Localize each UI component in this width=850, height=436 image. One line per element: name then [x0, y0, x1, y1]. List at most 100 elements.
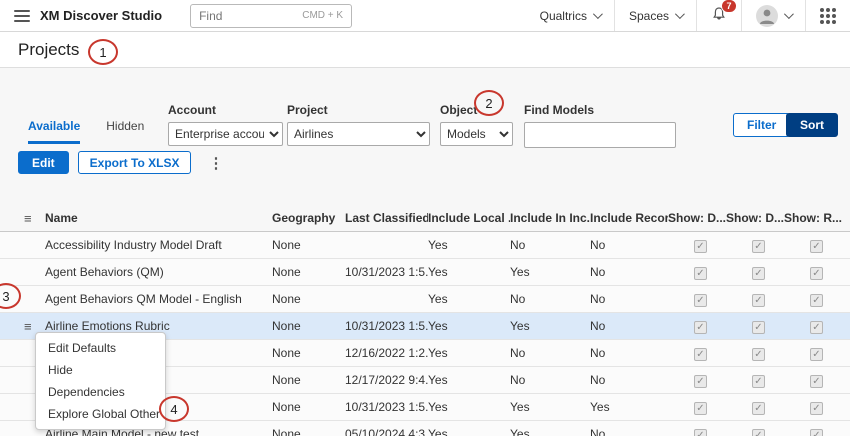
cell-show: ✓: [668, 427, 726, 436]
column-header[interactable]: Show: D...: [726, 211, 784, 225]
cell-geography: None: [272, 238, 345, 252]
cell-show: ✓: [784, 292, 850, 307]
cell-name: Accessibility Industry Model Draft: [45, 238, 272, 252]
show-checkbox: ✓: [694, 348, 707, 361]
project-label: Project: [287, 103, 430, 117]
cell-show: ✓: [726, 346, 784, 361]
search-input[interactable]: [199, 9, 302, 23]
account-menu[interactable]: [741, 0, 805, 31]
search-shortcut-hint: CMD + K: [302, 10, 343, 21]
cell-include-recor: No: [590, 238, 668, 252]
cell-geography: None: [272, 265, 345, 279]
cell-include-in: No: [510, 346, 590, 360]
export-xlsx-button[interactable]: Export To XLSX: [78, 151, 192, 174]
column-header[interactable]: Include Recor...: [590, 211, 668, 225]
table-row[interactable]: Agent Behaviors (QM)None10/31/2023 1:5..…: [0, 259, 850, 286]
context-menu-item[interactable]: Explore Global Other: [36, 403, 165, 425]
cell-show: ✓: [668, 238, 726, 253]
cell-show: ✓: [726, 319, 784, 334]
cell-show: ✓: [726, 373, 784, 388]
cell-include-local: Yes: [428, 265, 510, 279]
global-search[interactable]: CMD + K: [190, 4, 352, 28]
column-header[interactable]: Show: D...: [668, 211, 726, 225]
app-launcher-button[interactable]: [805, 0, 850, 31]
cell-show: ✓: [784, 427, 850, 436]
column-header[interactable]: Name: [45, 211, 272, 225]
cell-include-recor: No: [590, 427, 668, 436]
column-header[interactable]: Include In Inc...: [510, 211, 590, 225]
chevron-down-icon: [593, 9, 603, 19]
spaces-menu[interactable]: Spaces: [614, 0, 696, 31]
tab-available[interactable]: Available: [28, 119, 80, 144]
cell-show: ✓: [668, 346, 726, 361]
show-checkbox: ✓: [810, 321, 823, 334]
show-checkbox: ✓: [694, 402, 707, 415]
show-checkbox: ✓: [810, 402, 823, 415]
cell-include-in: Yes: [510, 427, 590, 436]
cell-show: ✓: [668, 400, 726, 415]
cell-geography: None: [272, 319, 345, 333]
cell-show: ✓: [784, 400, 850, 415]
tab-hidden[interactable]: Hidden: [106, 119, 144, 144]
project-select[interactable]: Airlines: [287, 122, 430, 146]
cell-last-classified: 05/10/2024 4:3...: [345, 427, 428, 436]
notifications-button[interactable]: 7: [696, 0, 741, 31]
cell-show: ✓: [784, 373, 850, 388]
account-select[interactable]: Enterprise account: [168, 122, 283, 146]
cell-last-classified: 10/31/2023 1:5...: [345, 265, 428, 279]
cell-show: ✓: [784, 346, 850, 361]
context-menu-item[interactable]: Dependencies: [36, 381, 165, 403]
avatar: [756, 5, 778, 27]
column-header[interactable]: Show: R...: [784, 211, 850, 225]
hamburger-menu-icon[interactable]: [14, 10, 30, 22]
cell-include-recor: No: [590, 319, 668, 333]
project-field: Project Airlines: [287, 103, 430, 146]
show-checkbox: ✓: [810, 348, 823, 361]
column-header[interactable]: Last Classified: [345, 211, 428, 225]
cell-last-classified: 12/17/2022 9:4...: [345, 373, 428, 387]
table-menu-icon[interactable]: ≡: [0, 211, 45, 226]
filter-button[interactable]: Filter: [733, 113, 790, 137]
cell-include-recor: No: [590, 292, 668, 306]
find-models-field: Find Models: [524, 103, 676, 148]
cell-include-local: Yes: [428, 427, 510, 436]
sort-button[interactable]: Sort: [786, 113, 838, 137]
kebab-menu-icon[interactable]: ⋮: [200, 154, 231, 172]
context-menu-item[interactable]: Edit Defaults: [36, 337, 165, 359]
table-row[interactable]: Accessibility Industry Model DraftNoneYe…: [0, 232, 850, 259]
qualtrics-menu[interactable]: Qualtrics: [526, 0, 614, 31]
cell-include-local: Yes: [428, 292, 510, 306]
edit-button[interactable]: Edit: [18, 151, 69, 174]
table-row[interactable]: Agent Behaviors QM Model - EnglishNoneYe…: [0, 286, 850, 313]
show-checkbox: ✓: [810, 240, 823, 253]
cell-include-in: No: [510, 238, 590, 252]
context-menu-item[interactable]: Hide: [36, 359, 165, 381]
cell-show: ✓: [726, 238, 784, 253]
cell-last-classified: 10/31/2023 1:5...: [345, 400, 428, 414]
annotation-circle-2: 2: [474, 90, 504, 116]
spaces-menu-label: Spaces: [629, 9, 669, 23]
chevron-down-icon: [784, 9, 794, 19]
cell-include-in: No: [510, 292, 590, 306]
column-header[interactable]: Include Local ...: [428, 211, 510, 225]
cell-geography: None: [272, 292, 345, 306]
chevron-down-icon: [675, 9, 685, 19]
show-checkbox: ✓: [810, 267, 823, 280]
column-header[interactable]: Geography: [272, 211, 345, 225]
cell-include-local: Yes: [428, 373, 510, 387]
account-field: Account Enterprise account: [168, 103, 283, 146]
object-select[interactable]: Models: [440, 122, 513, 146]
find-models-input[interactable]: [524, 122, 676, 148]
cell-name: Airline Emotions Rubric: [45, 319, 272, 333]
show-checkbox: ✓: [694, 240, 707, 253]
find-models-label: Find Models: [524, 103, 676, 117]
cell-show: ✓: [784, 319, 850, 334]
show-checkbox: ✓: [810, 375, 823, 388]
show-checkbox: ✓: [752, 294, 765, 307]
cell-include-in: No: [510, 373, 590, 387]
topbar: XM Discover Studio CMD + K Qualtrics Spa…: [0, 0, 850, 32]
cell-name: Agent Behaviors (QM): [45, 265, 272, 279]
screen: XM Discover Studio CMD + K Qualtrics Spa…: [0, 0, 850, 436]
cell-include-in: Yes: [510, 319, 590, 333]
topbar-right: Qualtrics Spaces 7: [526, 0, 850, 31]
